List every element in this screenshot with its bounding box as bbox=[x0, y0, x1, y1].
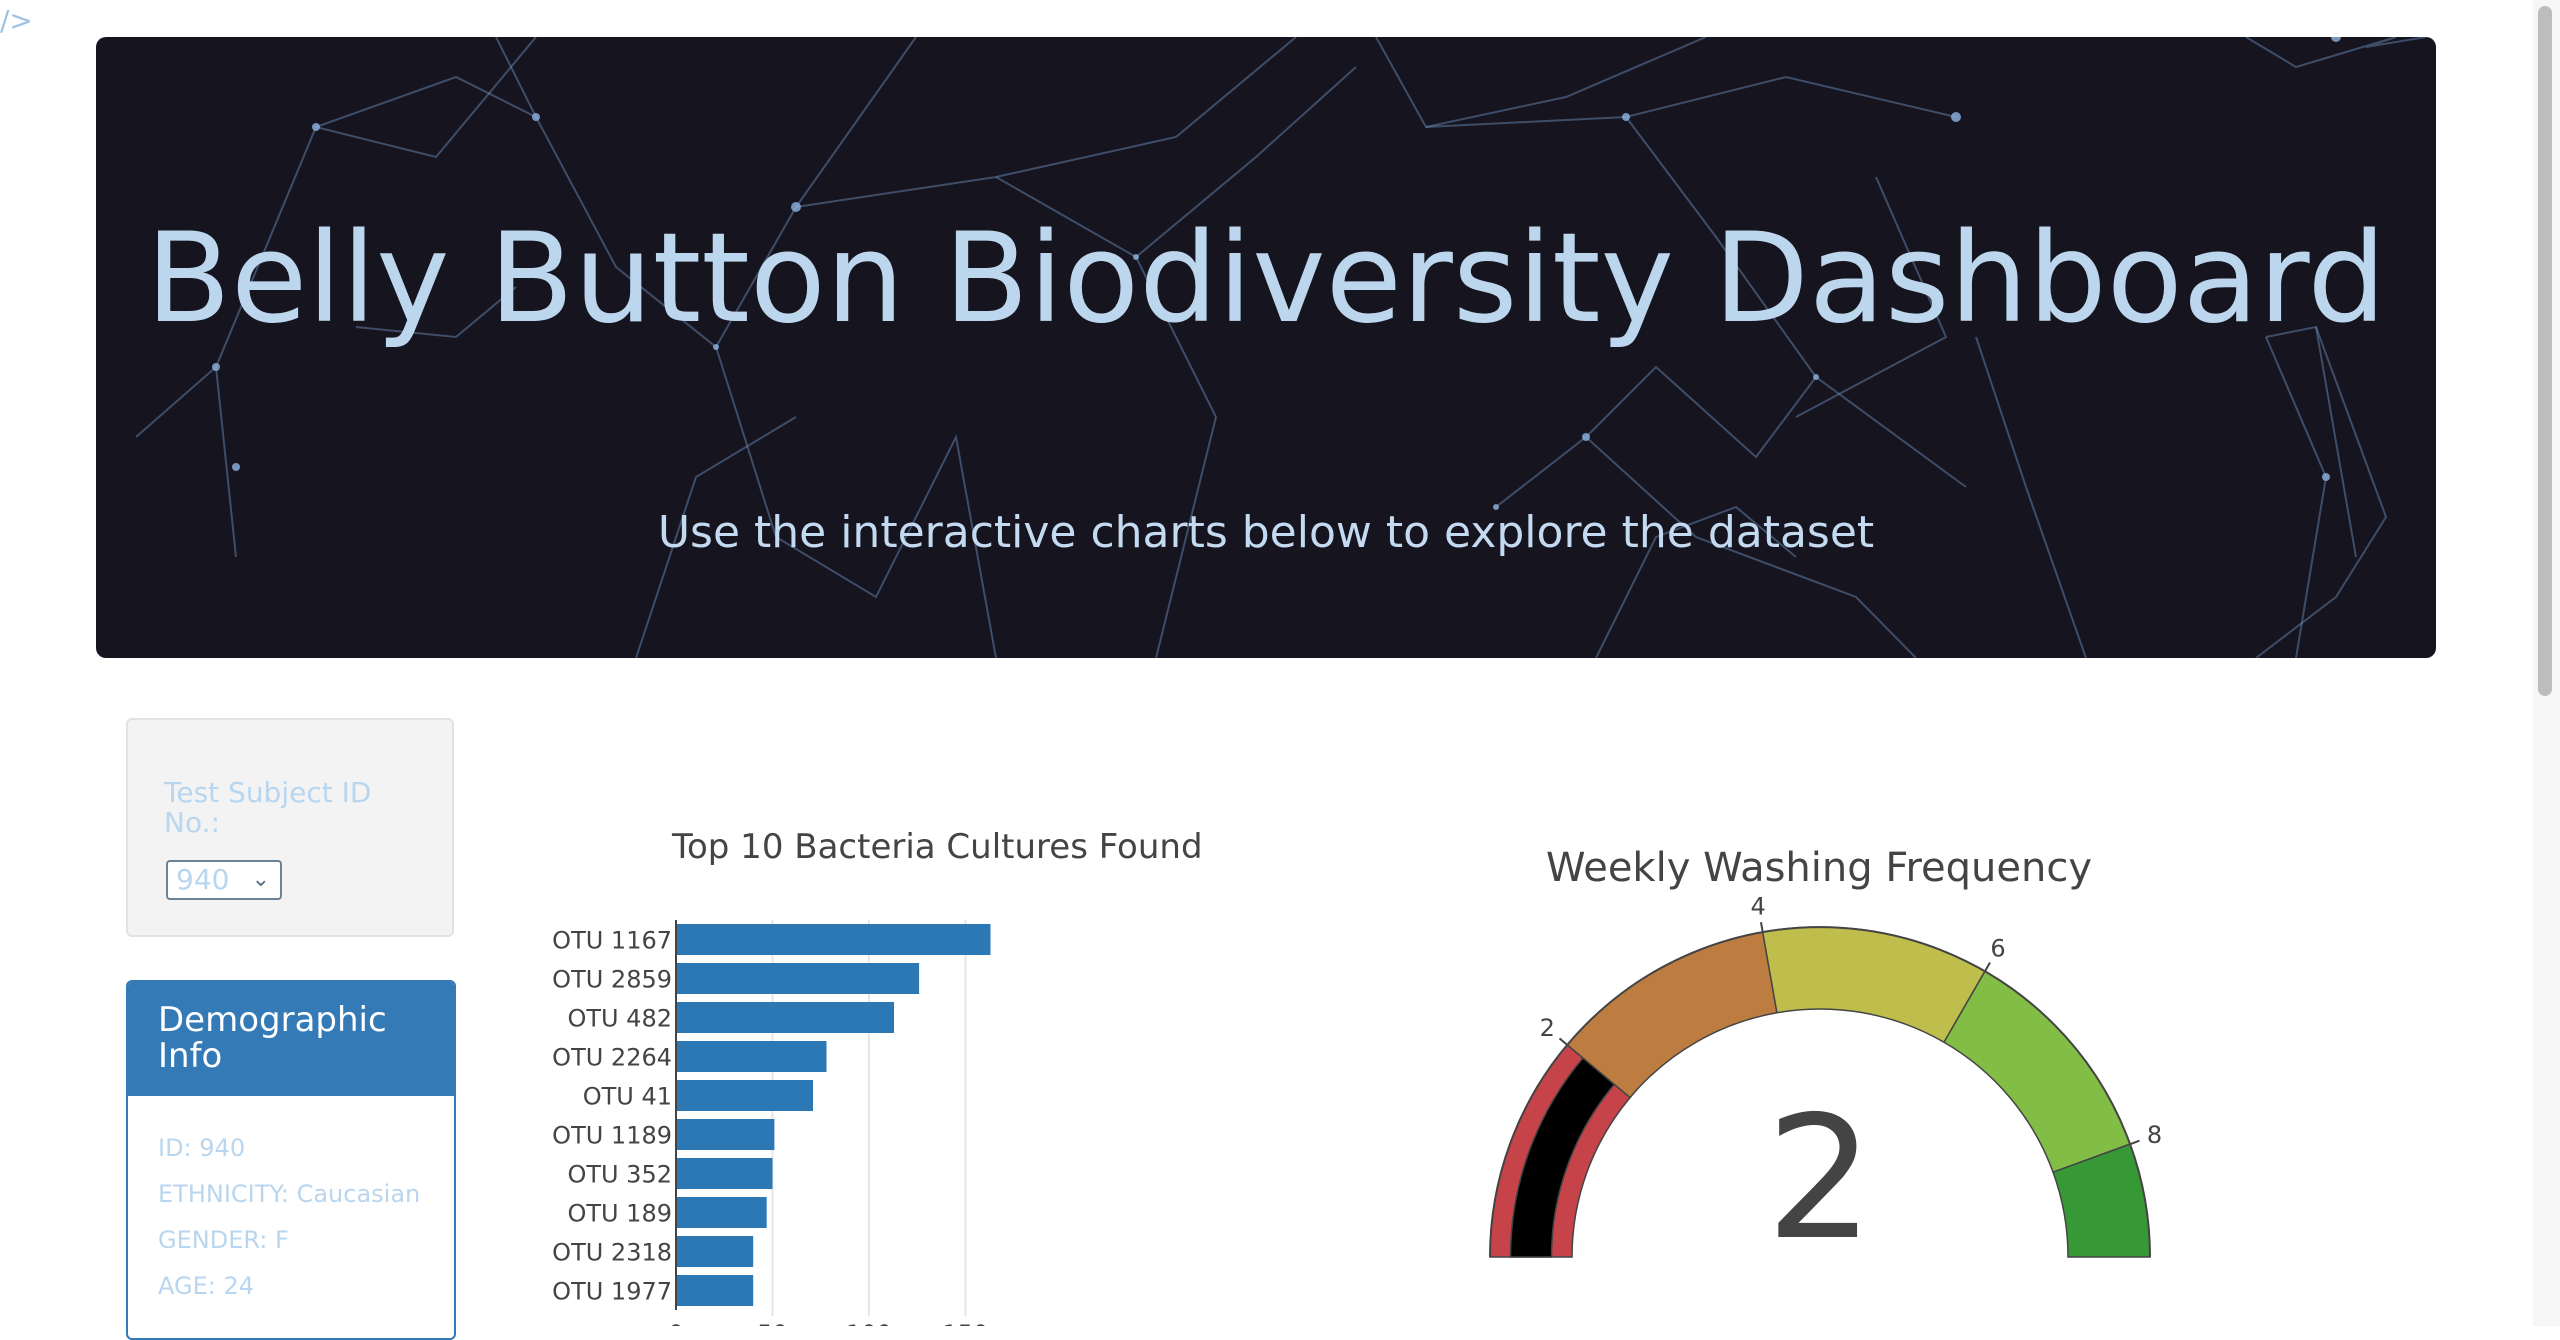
demographic-info-title: Demographic Info bbox=[128, 982, 454, 1096]
page-title: Belly Button Biodiversity Dashboard bbox=[145, 207, 2387, 351]
bar[interactable] bbox=[676, 1080, 813, 1111]
bar[interactable] bbox=[676, 1197, 767, 1228]
y-tick-label: OTU 482 bbox=[567, 1005, 672, 1033]
gauge-value-number: 2 bbox=[1766, 1080, 1874, 1278]
subject-id-label: Test Subject ID No.: bbox=[164, 776, 372, 839]
gauge-tick-label: 6 bbox=[1990, 935, 2005, 963]
page-scrollbar-thumb[interactable] bbox=[2538, 6, 2552, 696]
y-tick-label: OTU 1167 bbox=[552, 927, 672, 955]
gauge-tick bbox=[1984, 962, 1991, 972]
demographic-id: ID: 940 bbox=[158, 1134, 246, 1162]
gauge-tick-label: 8 bbox=[2147, 1121, 2162, 1149]
y-tick-label: OTU 41 bbox=[583, 1083, 672, 1111]
bar[interactable] bbox=[676, 1002, 895, 1033]
chevron-down-icon: ⌄ bbox=[251, 867, 270, 892]
y-tick-label: OTU 2318 bbox=[552, 1239, 672, 1267]
x-tick-label: 150 bbox=[943, 1320, 989, 1326]
demographic-info-panel: Demographic Info ID: 940 ETHNICITY: Cauc… bbox=[126, 980, 456, 1340]
gauge-tick bbox=[1558, 1037, 1568, 1046]
bar[interactable] bbox=[676, 1236, 754, 1267]
gauge-tick-label: 4 bbox=[1751, 892, 1766, 920]
hero-banner: Belly Button Biodiversity Dashboard Use … bbox=[96, 37, 2436, 658]
gauge-tick-label: 2 bbox=[1540, 1014, 1555, 1042]
demographic-age: AGE: 24 bbox=[158, 1272, 255, 1300]
bar[interactable] bbox=[676, 1119, 775, 1150]
y-tick-label: OTU 1977 bbox=[552, 1278, 672, 1306]
bar-chart-title: Top 10 Bacteria Cultures Found bbox=[672, 827, 1203, 867]
bar[interactable] bbox=[676, 1158, 773, 1189]
bar[interactable] bbox=[676, 963, 920, 994]
x-tick-label: 0 bbox=[668, 1320, 683, 1326]
gauge-step bbox=[1942, 970, 2132, 1174]
gauge-step bbox=[1761, 926, 1987, 1044]
y-tick-label: OTU 352 bbox=[567, 1161, 672, 1189]
stray-markup-text: /> bbox=[0, 4, 33, 37]
gauge-tick bbox=[2129, 1139, 2140, 1146]
subject-id-value: 940 bbox=[176, 863, 230, 896]
top10-bar-chart[interactable]: 0 50 100 150 OTU 1167 OTU 2859 OTU 482 OTU 2264… bbox=[520, 900, 1220, 1326]
y-tick-label: OTU 2859 bbox=[552, 966, 672, 994]
y-tick-label: OTU 2264 bbox=[552, 1044, 672, 1072]
subject-selector-panel: Test Subject ID No.: 940 ⌄ bbox=[126, 718, 454, 937]
page-subtitle: Use the interactive charts below to expl… bbox=[657, 507, 1875, 558]
x-tick-label: 100 bbox=[846, 1320, 892, 1326]
subject-id-select[interactable]: 940 ⌄ bbox=[166, 860, 282, 900]
bar[interactable] bbox=[676, 1041, 827, 1072]
demographic-ethnicity: ETHNICITY: Caucasian bbox=[158, 1180, 421, 1208]
demographic-gender: GENDER: F bbox=[158, 1226, 289, 1254]
washing-frequency-gauge[interactable]: 2 4 6 8 2 bbox=[1440, 880, 2200, 1326]
x-tick-label: 50 bbox=[757, 1320, 788, 1326]
bar[interactable] bbox=[676, 924, 991, 955]
demographic-info-body: ID: 940 ETHNICITY: Caucasian GENDER: F A… bbox=[128, 1096, 454, 1298]
gauge-tick bbox=[1759, 921, 1764, 933]
bar[interactable] bbox=[676, 1275, 754, 1306]
y-tick-label: OTU 189 bbox=[567, 1200, 672, 1228]
y-tick-label: OTU 1189 bbox=[552, 1122, 672, 1150]
